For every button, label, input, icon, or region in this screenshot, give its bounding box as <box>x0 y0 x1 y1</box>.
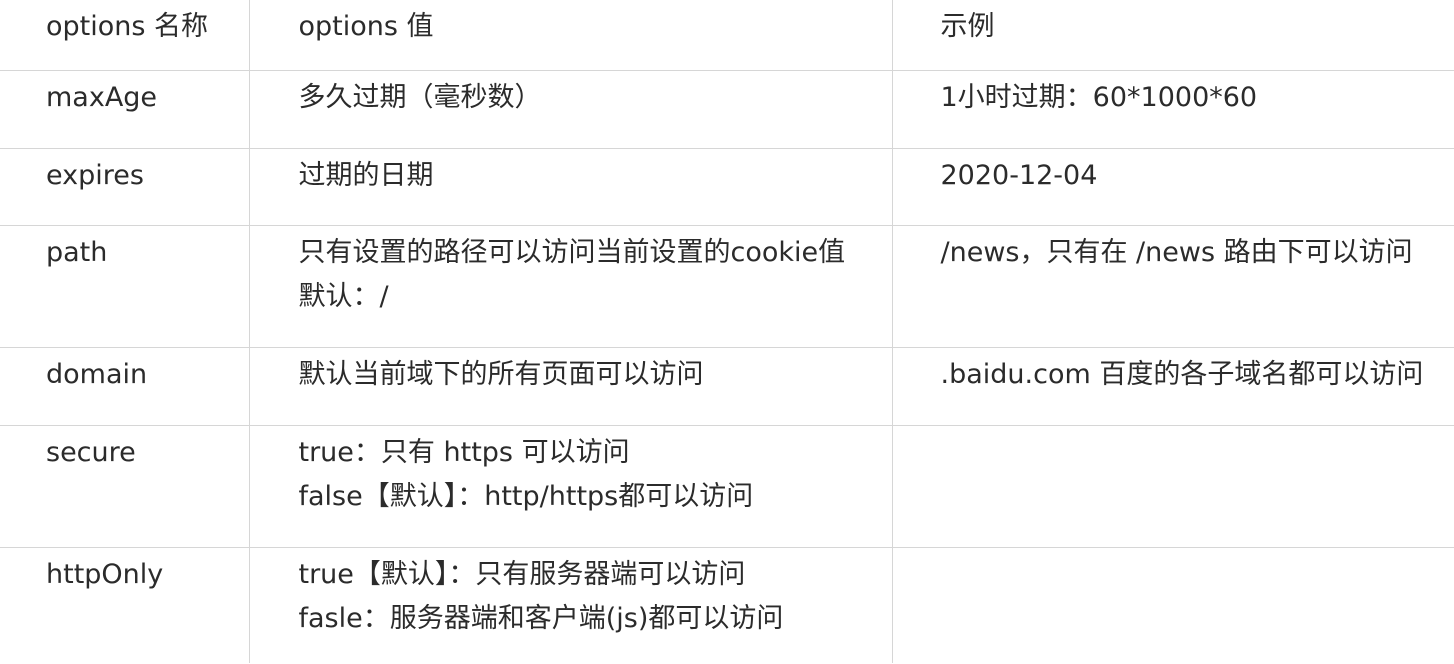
option-value-line: 默认：/ <box>298 280 389 312</box>
option-value-line: true：只有 https 可以访问 <box>298 436 630 468</box>
option-example: 2020-12-04 <box>891 147 1454 226</box>
option-example <box>891 424 1454 548</box>
option-name: maxAge <box>0 69 250 149</box>
option-value: 默认当前域下的所有页面可以访问 <box>248 346 893 426</box>
table-header-row: options 名称 options 值 示例 <box>0 0 1454 71</box>
option-name: expires <box>0 147 250 226</box>
option-example: 1小时过期：60*1000*60 <box>891 69 1454 149</box>
option-value-line: 只有设置的路径可以访问当前设置的cookie值 <box>298 236 846 268</box>
option-name: httpOnly <box>0 546 250 663</box>
option-value-line: false【默认】：http/https都可以访问 <box>298 480 754 512</box>
option-value: 过期的日期 <box>248 147 893 226</box>
option-value-line: 默认当前域下的所有页面可以访问 <box>298 358 704 390</box>
options-table: options 名称 options 值 示例 maxAge 多久过期（毫秒数）… <box>0 0 1454 663</box>
table-row: expires 过期的日期 2020-12-04 <box>0 147 1454 226</box>
option-value-line: 过期的日期 <box>298 159 434 191</box>
option-value: true：只有 https 可以访问 false【默认】：http/https都… <box>248 424 893 548</box>
table-row: maxAge 多久过期（毫秒数） 1小时过期：60*1000*60 <box>0 69 1454 149</box>
option-value: 只有设置的路径可以访问当前设置的cookie值 默认：/ <box>248 224 893 348</box>
option-value-line: fasle：服务器端和客户端(js)都可以访问 <box>298 602 784 634</box>
option-value: 多久过期（毫秒数） <box>248 69 893 149</box>
option-value-line: 多久过期（毫秒数） <box>298 81 542 113</box>
table-row: secure true：只有 https 可以访问 false【默认】：http… <box>0 424 1454 548</box>
option-value: true【默认】：只有服务器端可以访问 fasle：服务器端和客户端(js)都可… <box>248 546 893 663</box>
table-row: httpOnly true【默认】：只有服务器端可以访问 fasle：服务器端和… <box>0 546 1454 663</box>
option-name: path <box>0 224 250 348</box>
option-example: .baidu.com 百度的各子域名都可以访问 <box>891 346 1454 426</box>
table-row: domain 默认当前域下的所有页面可以访问 .baidu.com 百度的各子域… <box>0 346 1454 426</box>
header-value: options 值 <box>248 0 893 71</box>
option-name: secure <box>0 424 250 548</box>
table-row: path 只有设置的路径可以访问当前设置的cookie值 默认：/ /news，… <box>0 224 1454 348</box>
option-name: domain <box>0 346 250 426</box>
header-name: options 名称 <box>0 0 250 71</box>
option-value-line: true【默认】：只有服务器端可以访问 <box>298 558 746 590</box>
option-example <box>891 546 1454 663</box>
header-example: 示例 <box>891 0 1454 71</box>
option-example: /news，只有在 /news 路由下可以访问 <box>891 224 1454 348</box>
